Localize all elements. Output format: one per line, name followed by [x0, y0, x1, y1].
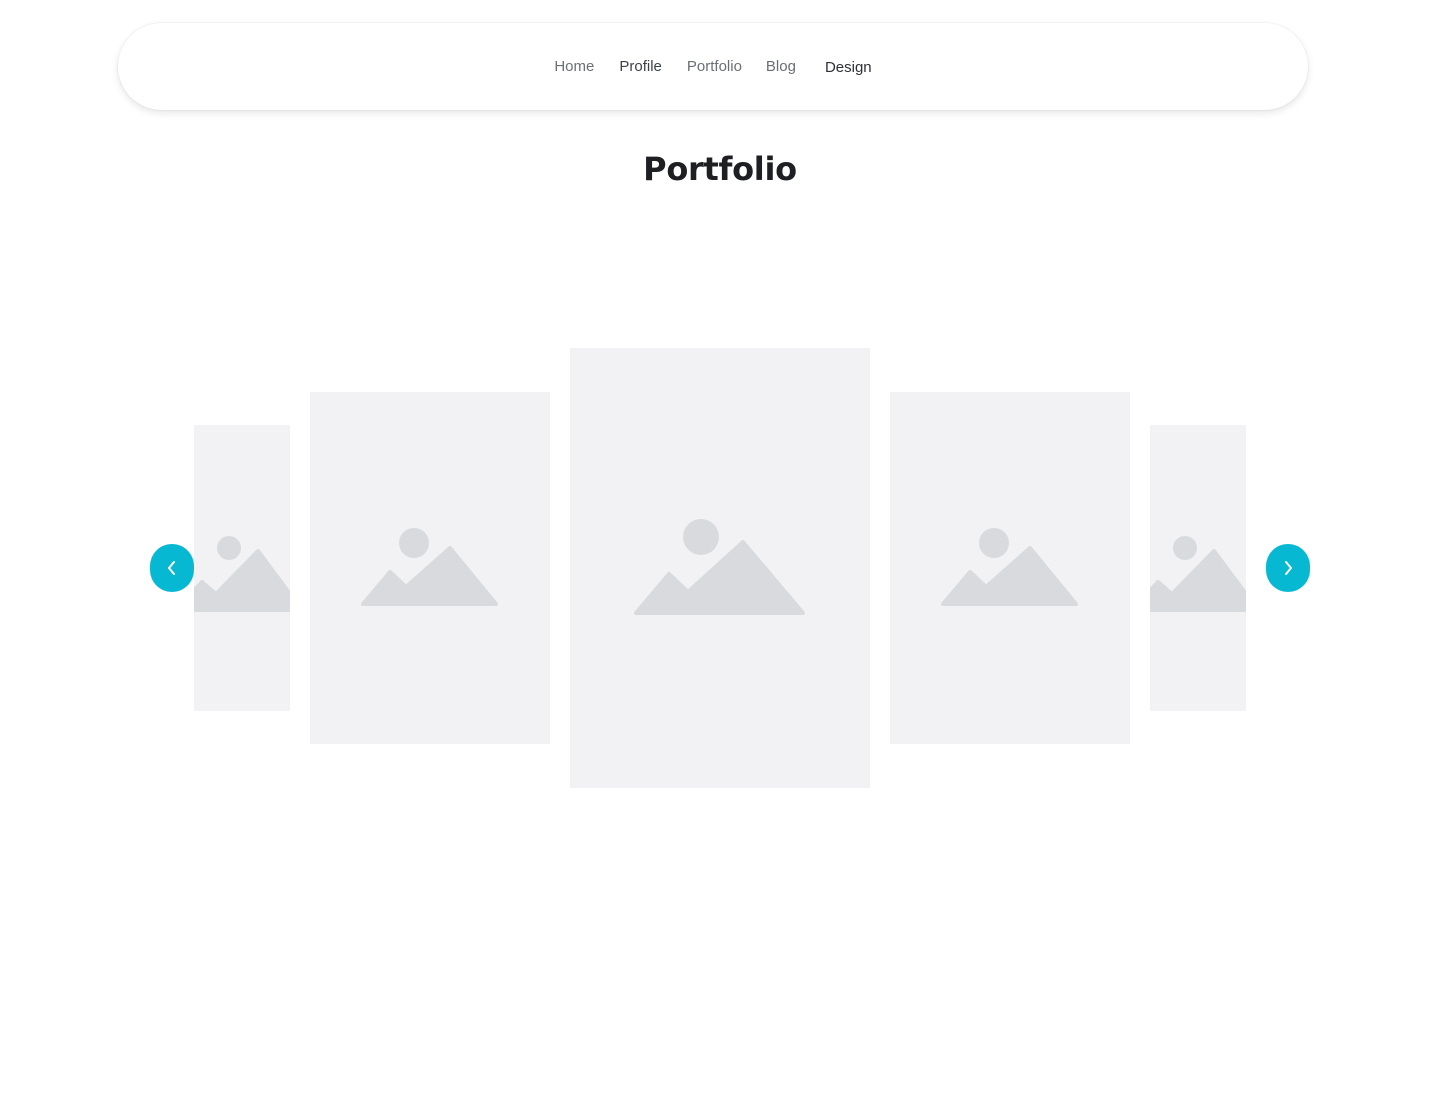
nav-link-home[interactable]: Home — [554, 58, 594, 75]
carousel-slide-right[interactable] — [890, 392, 1130, 744]
nav-link-profile[interactable]: Profile — [619, 58, 662, 75]
nav-link-blog[interactable]: Blog — [766, 58, 796, 75]
page: Home Profile Portfolio Blog Design Portf… — [0, 0, 1440, 1104]
chevron-right-icon — [1285, 561, 1292, 575]
page-title: Portfolio — [643, 150, 797, 188]
image-placeholder-icon — [361, 528, 498, 606]
top-navbar: Home Profile Portfolio Blog Design — [118, 23, 1308, 110]
image-placeholder-icon — [941, 528, 1078, 606]
nav-menu: Home Profile Portfolio Blog Design — [118, 23, 1308, 110]
nav-link-design[interactable]: Design — [825, 59, 872, 76]
carousel-next-button[interactable] — [1266, 544, 1310, 592]
chevron-left-icon — [168, 561, 175, 575]
carousel-slide-far-left[interactable] — [194, 425, 290, 711]
image-placeholder-icon — [194, 536, 290, 612]
carousel-slide-left[interactable] — [310, 392, 550, 744]
nav-link-portfolio[interactable]: Portfolio — [687, 58, 742, 75]
image-placeholder-icon — [1150, 536, 1246, 612]
image-placeholder-icon — [634, 519, 805, 615]
carousel-slide-far-right[interactable] — [1150, 425, 1246, 711]
carousel-slide-center[interactable] — [570, 348, 870, 788]
carousel-prev-button[interactable] — [150, 544, 194, 592]
